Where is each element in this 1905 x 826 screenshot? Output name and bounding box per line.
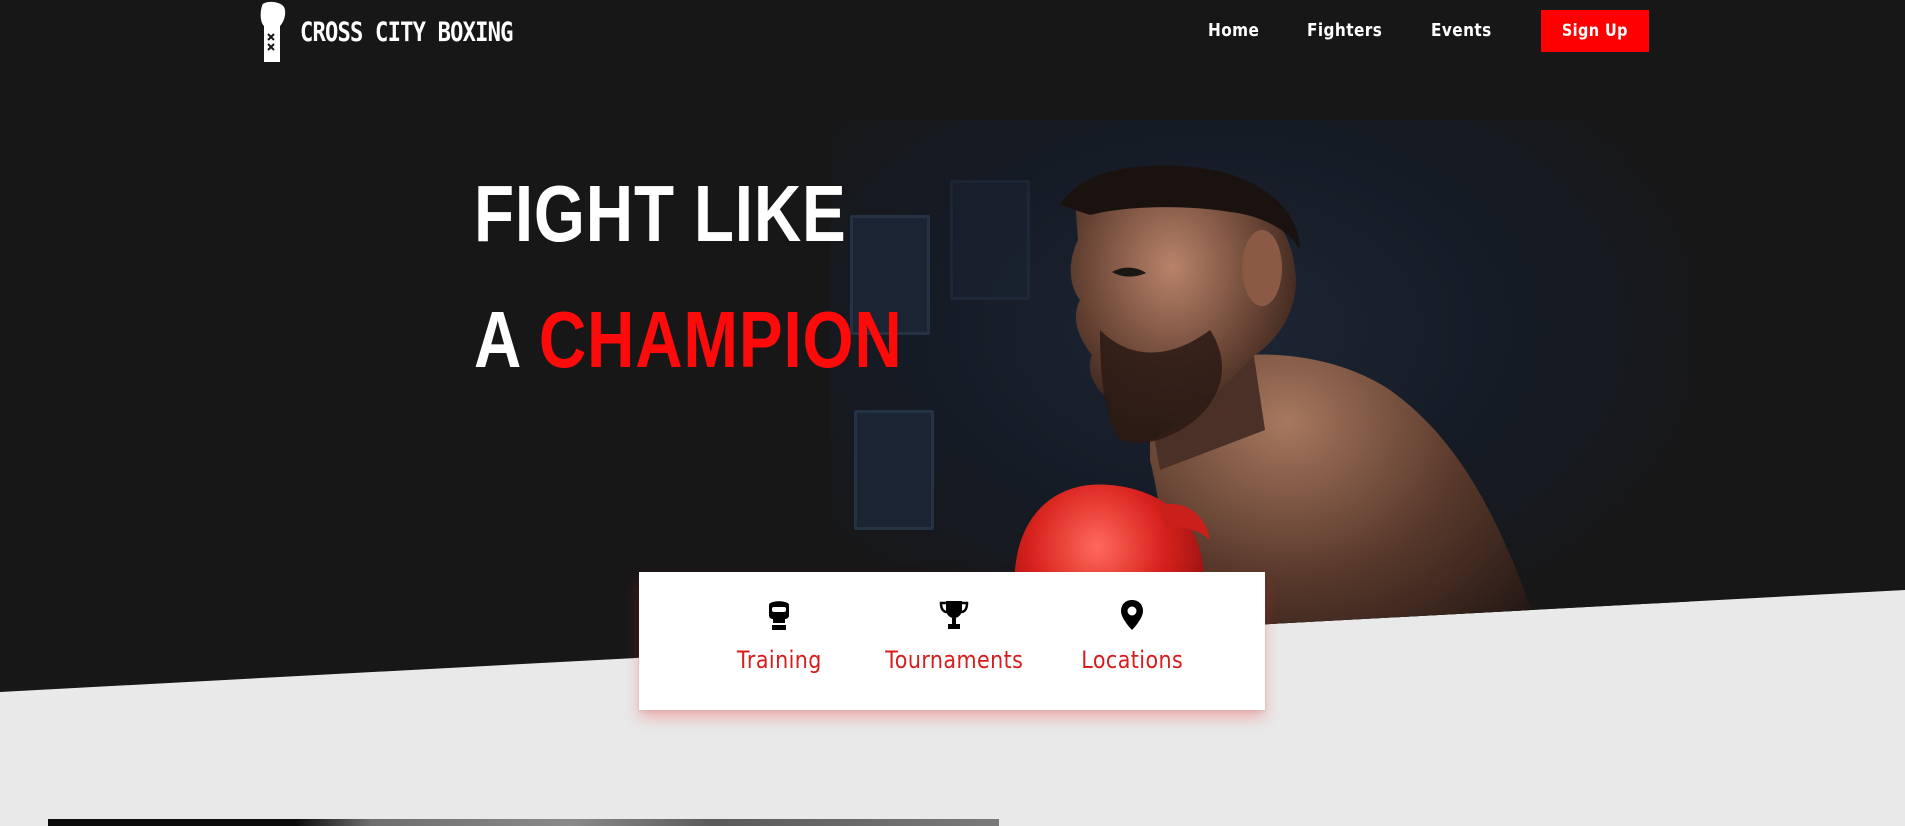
nav-home[interactable]: Home: [1208, 20, 1259, 41]
hero-headline-line2: A CHAMPION: [474, 300, 903, 380]
hero-headline-line1: FIGHT LIKE: [474, 169, 847, 258]
feature-tournaments-label: Tournaments: [884, 646, 1024, 674]
boxing-glove-icon: [769, 601, 789, 630]
sign-up-label: Sign Up: [1561, 21, 1629, 41]
section-image-preview: [48, 819, 999, 826]
map-pin-icon: [1121, 600, 1143, 630]
features-card: Training Tournaments Locations: [639, 572, 1265, 710]
sign-up-button[interactable]: Sign Up: [1541, 10, 1649, 52]
feature-training-label: Training: [736, 646, 822, 674]
feature-locations[interactable]: Locations: [1057, 572, 1207, 710]
hero-photo-backdrop: [830, 120, 1690, 640]
feature-locations-label: Locations: [1081, 646, 1183, 674]
nav-events[interactable]: Events: [1431, 20, 1492, 41]
hero-headline-prefix: A: [474, 295, 520, 384]
trophy-icon: [939, 601, 969, 629]
nav-fighters[interactable]: Fighters: [1307, 20, 1382, 41]
feature-tournaments[interactable]: Tournaments: [869, 572, 1039, 710]
hero-headline-highlight: CHAMPION: [538, 295, 903, 384]
top-navigation: CROSS CITY BOXING Home Fighters Events S…: [0, 0, 1905, 64]
feature-training[interactable]: Training: [707, 572, 851, 710]
